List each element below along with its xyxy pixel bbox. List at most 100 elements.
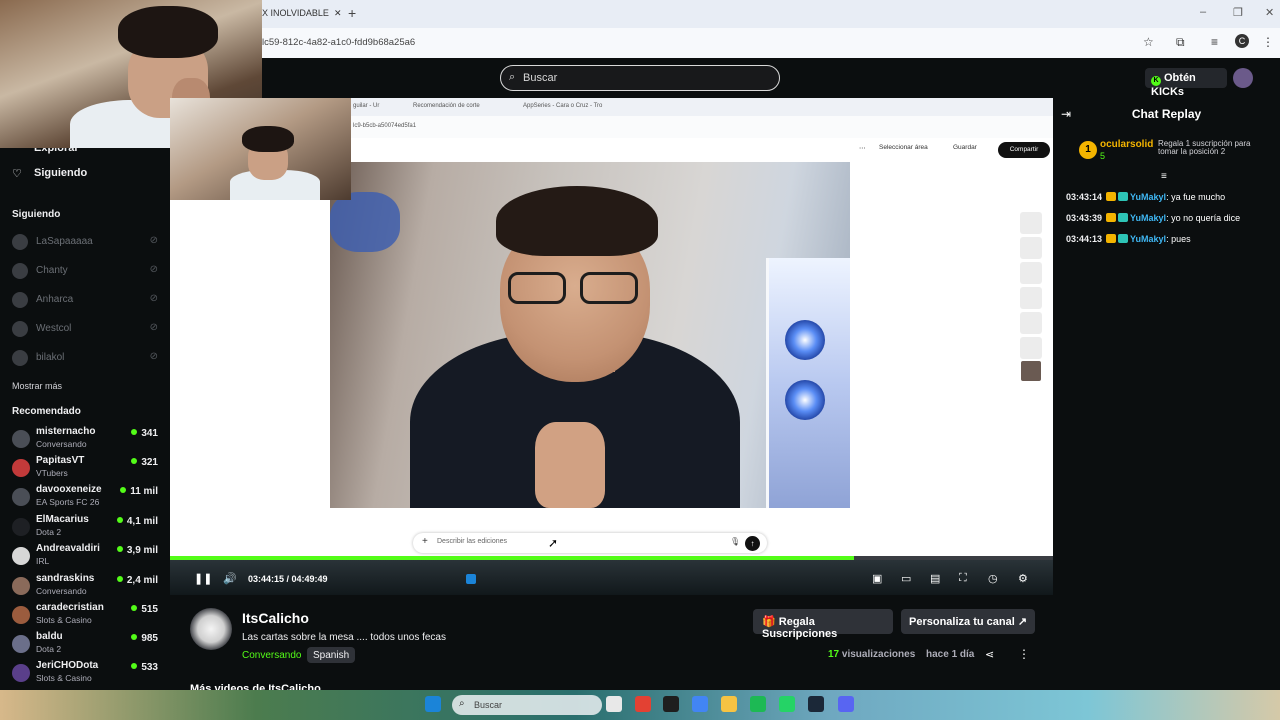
channel-avatar (12, 321, 28, 337)
extensions-icon[interactable]: ⧉ (1176, 35, 1185, 50)
browser-address-bar[interactable]: lc59-812c-4a82-a1c0-fdd9b68a25a6 ☆ ⧉ ≡ C… (260, 28, 1280, 58)
following-channel[interactable]: bilakol ⊘ (12, 350, 162, 366)
channel-avatar (12, 350, 28, 366)
maximize-icon[interactable]: ❐ (1233, 6, 1243, 19)
recommended-channel[interactable]: sandraskins Conversando 2,4 mil (12, 573, 162, 601)
minimize-icon[interactable]: – (1200, 6, 1206, 18)
recommended-channel[interactable]: PapitasVT VTubers 321 (12, 455, 162, 483)
chrome-icon[interactable] (635, 696, 651, 712)
recommended-channel[interactable]: davooxeneize EA Sports FC 26 11 mil (12, 484, 162, 512)
inner-browser-tabs: guilar - Ur Recomendación de corte AppSe… (351, 98, 1053, 116)
close-tab-icon[interactable]: ✕ (334, 8, 342, 19)
channel-name[interactable]: ItsCalicho (242, 610, 309, 626)
get-kicks-button[interactable]: K Obtén KICKs (1145, 68, 1227, 98)
browser-tab[interactable]: X INOLVIDABLE (262, 8, 329, 18)
theater-mode-icon[interactable]: ▤ (930, 572, 940, 585)
gift-subs-button[interactable]: 🎁 Regala Suscripciones (753, 609, 893, 640)
views-count: 17 visualizaciones (828, 649, 916, 660)
language-tag[interactable]: Spanish (307, 647, 356, 663)
message-time: 03:44:13 (1066, 234, 1103, 244)
steam-icon[interactable] (808, 696, 824, 712)
viewer-count: 4,1 mil (117, 516, 158, 527)
thumbnail (1020, 312, 1042, 334)
channel-category: Conversando (36, 586, 87, 596)
channel-category: Slots & Casino (36, 615, 92, 625)
webcam-overlay-small (170, 98, 351, 200)
theater-icon[interactable]: ▭ (901, 572, 911, 585)
fan (785, 320, 825, 360)
published-ago: hace 1 día (926, 649, 975, 660)
mic-icon: 🎙 (730, 537, 741, 546)
more-options-icon[interactable]: ⋮ (1018, 647, 1030, 661)
taskbar-search[interactable]: ⌕ Buscar (452, 695, 602, 715)
inner-url: lc9-b5cb-a50074ed5fa1 (353, 123, 417, 129)
taskbar-search-placeholder: Buscar (474, 700, 503, 710)
speed-icon[interactable]: ◷ (988, 572, 998, 585)
channel-avatar[interactable] (190, 608, 232, 650)
profile-avatar[interactable]: C (1235, 34, 1249, 48)
close-window-icon[interactable]: ✕ (1265, 6, 1274, 19)
settings-icon[interactable]: ⚙ (1018, 572, 1028, 585)
inner-toolbar: ⋯ Seleccionar área Guardar Compartir (351, 138, 1053, 162)
message-text: yo no quería dice (1171, 213, 1241, 223)
message-user[interactable]: YuMakyl (1130, 213, 1166, 223)
sub-badge-icon (1118, 192, 1129, 201)
channel-avatar (12, 292, 28, 308)
folder-icon[interactable] (721, 696, 737, 712)
windows-start-icon[interactable] (425, 696, 441, 712)
search-input[interactable]: ⌕ Buscar (500, 65, 780, 91)
following-channel[interactable]: Westcol ⊘ (12, 321, 162, 337)
channel-avatar (12, 547, 30, 565)
whatsapp-icon[interactable] (779, 696, 795, 712)
spotify-icon[interactable] (750, 696, 766, 712)
new-tab-button[interactable]: + (348, 5, 356, 21)
user-avatar[interactable] (1233, 68, 1253, 88)
stream-category[interactable]: Conversando (242, 650, 301, 661)
media-icon[interactable]: ≡ (1211, 35, 1218, 49)
sidebar-item-following[interactable]: Siguiendo (34, 167, 87, 179)
recommended-channel[interactable]: Andreavaldiri IRL 3,9 mil (12, 543, 162, 571)
pause-icon[interactable]: ❚❚ (194, 572, 212, 585)
channel-avatar (12, 518, 30, 536)
os-taskbar: ⌕ Buscar (0, 690, 1280, 720)
filter-icon[interactable]: ≡ (1161, 171, 1167, 182)
recommended-channel[interactable]: caradecristian Slots & Casino 515 (12, 602, 162, 630)
app-icon[interactable] (663, 696, 679, 712)
pinned-user[interactable]: ocularsolid (1100, 139, 1153, 150)
message-user[interactable]: YuMakyl (1130, 192, 1166, 202)
following-channel[interactable]: Chanty ⊘ (12, 263, 162, 279)
recommended-channel[interactable]: misternacho Conversando 341 (12, 426, 162, 454)
bookmark-star-icon[interactable]: ☆ (1143, 35, 1154, 49)
inner-tab: Recomendación de corte (413, 103, 480, 109)
app-icon[interactable] (692, 696, 708, 712)
message-text: pues (1171, 234, 1191, 244)
thumbnail (1020, 337, 1042, 359)
thumbnail-active (1020, 360, 1042, 382)
search-icon: ⌕ (509, 71, 516, 83)
cam-hair (118, 6, 218, 58)
heart-icon: ♡ (12, 168, 22, 180)
recommended-channel[interactable]: baldu Dota 2 985 (12, 631, 162, 659)
share-icon[interactable]: ⋖ (985, 648, 994, 661)
viewer-count: 985 (131, 633, 158, 644)
channel-category: Conversando (36, 439, 87, 449)
inner-more-icon: ⋯ (859, 145, 866, 152)
following-channel[interactable]: LaSapaaaaa ⊘ (12, 234, 162, 250)
url-text[interactable]: lc59-812c-4a82-a1c0-fdd9b68a25a6 (262, 37, 415, 48)
following-channel[interactable]: Anharca ⊘ (12, 292, 162, 308)
recommended-channel[interactable]: ElMacarius Dota 2 4,1 mil (12, 514, 162, 542)
sub-badge-icon (1118, 234, 1129, 243)
recommended-channel[interactable]: JeriCHODota Slots & Casino 533 (12, 660, 162, 688)
volume-icon[interactable]: 🔊 (223, 572, 237, 585)
task-view-icon[interactable] (606, 696, 622, 712)
customize-channel-button[interactable]: Personaliza tu canal ↗ (901, 609, 1035, 634)
fullscreen-icon[interactable]: ⛶ (959, 572, 967, 585)
channel-avatar (12, 606, 30, 624)
viewer-count: 321 (131, 457, 158, 468)
channel-name: bilakol (36, 352, 65, 363)
discord-icon[interactable] (838, 696, 854, 712)
message-user[interactable]: YuMakyl (1130, 234, 1166, 244)
browser-menu-icon[interactable]: ⋮ (1262, 35, 1274, 49)
show-more-link[interactable]: Mostrar más (12, 381, 62, 391)
mini-player-icon[interactable]: ▣ (872, 572, 882, 585)
